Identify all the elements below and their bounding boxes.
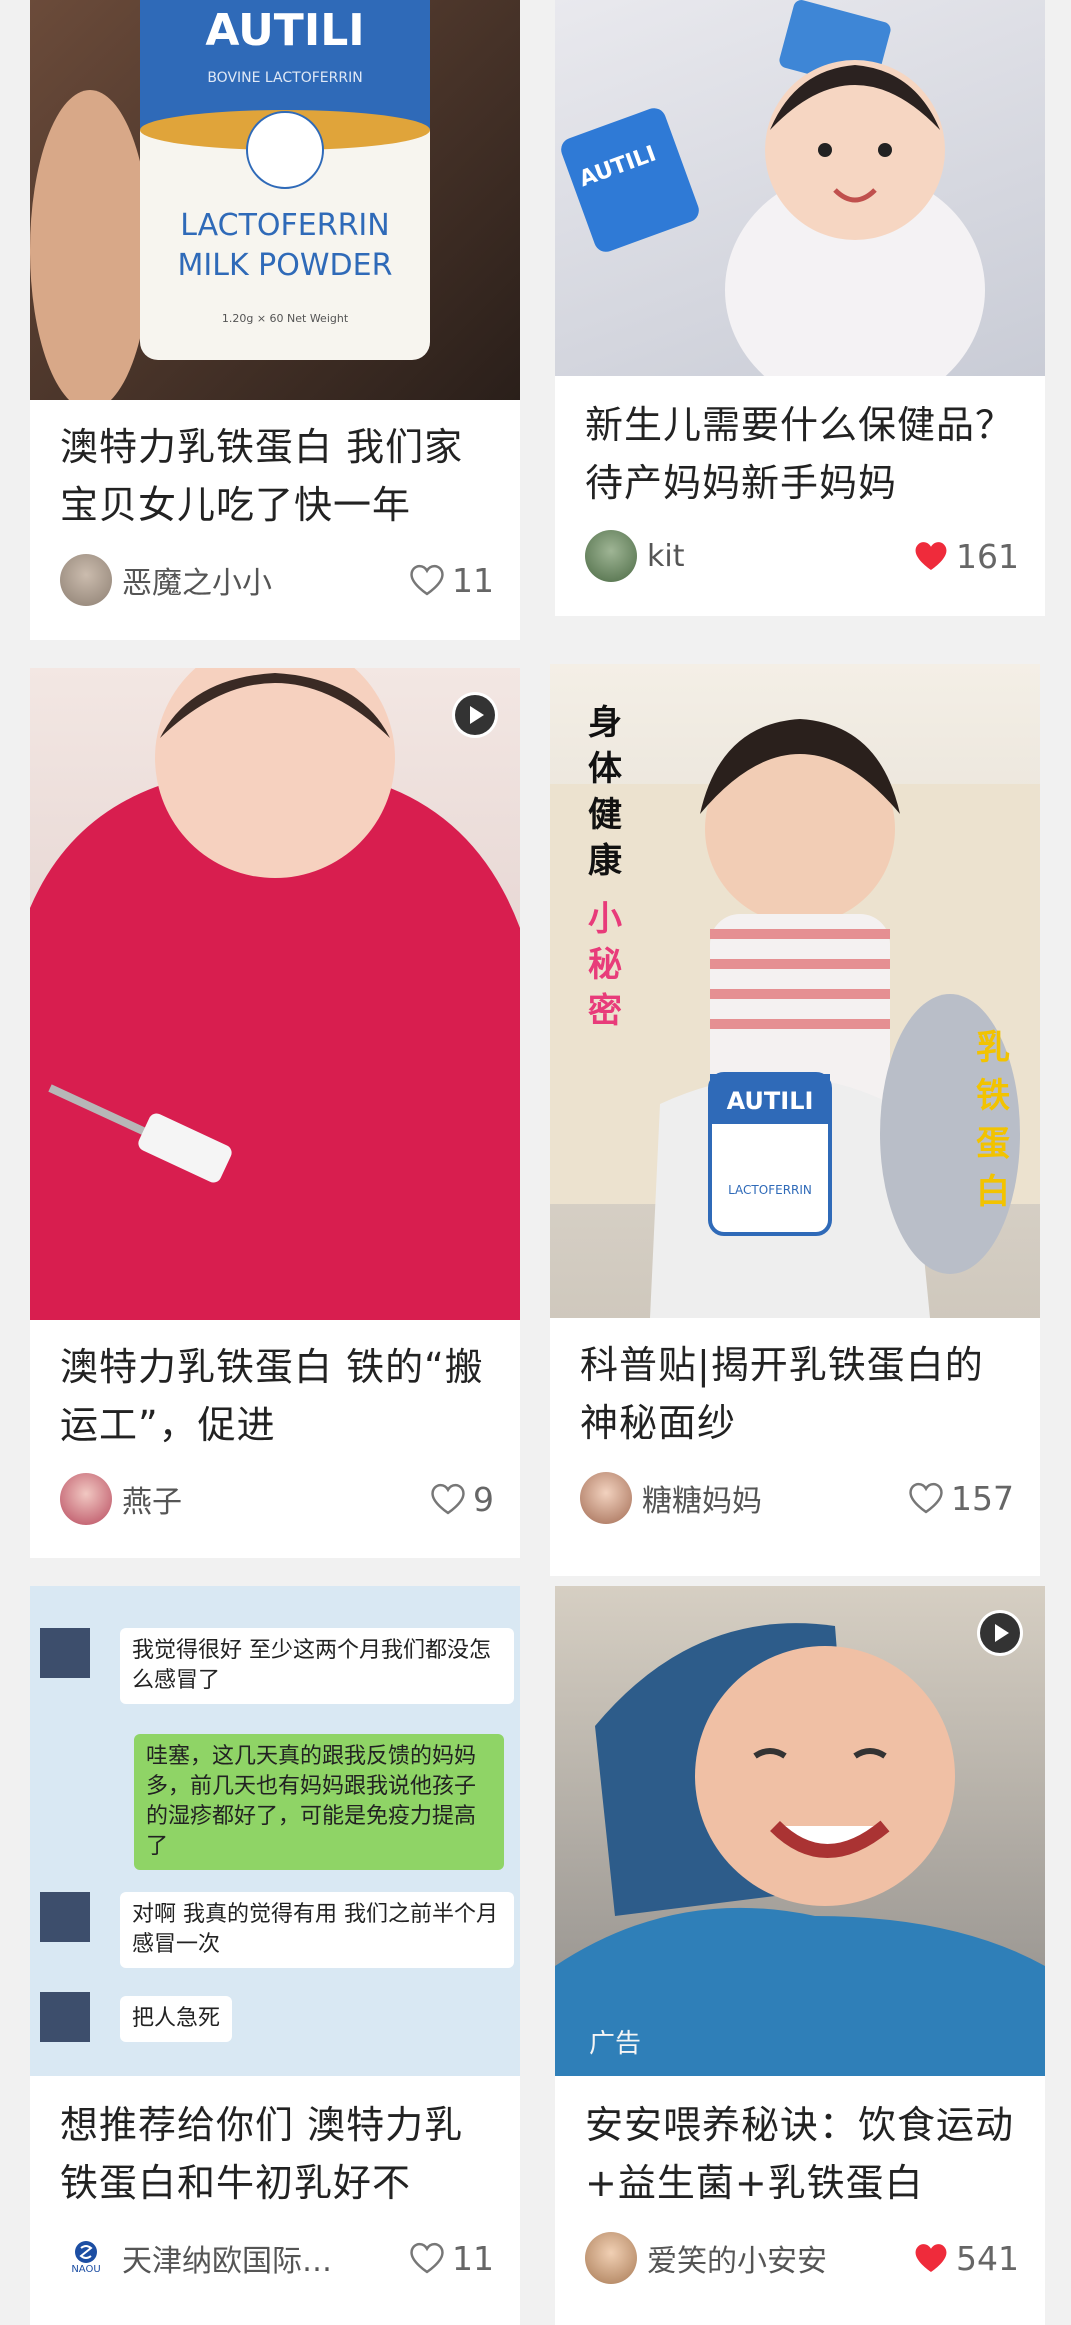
video-play-icon [452,692,498,738]
feed-card[interactable]: AUTILI BOVINE LACTOFERRIN LACTOFERRIN MI… [30,0,520,640]
heart-outline-icon [909,1482,943,1514]
card-title: 想推荐给你们 澳特力乳铁蛋白和牛初乳好不 [60,2103,464,2205]
like-button[interactable]: 541 [912,2239,1019,2278]
chat-avatar [40,1892,90,1942]
chat-bubble: 对啊 我真的觉得有用 我们之前半个月感冒一次 [120,1892,514,1968]
heart-filled-icon [915,2244,947,2272]
card-title: 科普贴|揭开乳铁蛋白的神秘面纱 [580,1343,984,1445]
like-count: 161 [956,536,1019,576]
brand-text: AUTILI [727,1087,814,1115]
naou-logo-icon [75,2241,97,2263]
avatar[interactable] [60,1473,112,1525]
card-title: 澳特力乳铁蛋白 我们家宝贝女儿吃了快一年 [60,425,464,527]
heart-outline-icon [410,2242,444,2274]
author-name[interactable]: kit [647,539,912,574]
overlay-text-right: 乳铁蛋白 [976,1028,1010,1212]
overlay-text-left: 身体健康 [588,703,622,881]
heart-filled-icon [915,542,947,570]
chat-avatar [40,1628,90,1678]
feed-card[interactable]: 澳特力乳铁蛋白 铁的“搬运工”，促进 燕子 9 [30,668,520,1558]
card-cover-image[interactable]: AUTILI LACTOFERRIN 身体健康 小秘密 乳铁蛋白 [550,664,1040,1318]
feed-card[interactable]: 广告 安安喂养秘诀：饮食运动+益生菌+乳铁蛋白 爱笑的小安安 541 [555,1586,1045,2325]
like-count: 157 [951,1478,1014,1518]
like-button[interactable]: 11 [408,561,494,600]
author-name[interactable]: 爱笑的小安安 [647,2236,912,2280]
card-cover-image[interactable]: 我觉得很好 至少这两个月我们都没怎么感冒了 哇塞，这几天真的跟我反馈的妈妈多，前… [30,1586,520,2076]
can-fine-print: 1.20g × 60 Net Weight [222,312,349,325]
heart-outline-icon [410,564,444,596]
like-button[interactable]: 11 [408,2239,494,2278]
card-cover-video[interactable] [30,668,520,1320]
avatar[interactable]: NAOU [60,2232,112,2284]
like-button[interactable]: 161 [912,537,1019,576]
author-name[interactable]: 恶魔之小小 [122,558,408,602]
feed-card[interactable]: AUTILI LACTOFERRIN 身体健康 小秘密 乳铁蛋白 科普贴|揭开乳… [550,664,1040,1576]
chat-bubble: 把人急死 [120,1996,233,2042]
avatar[interactable] [60,554,112,606]
avatar[interactable] [580,1472,632,1524]
chat-bubble: 哇塞，这几天真的跟我反馈的妈妈多，前几天也有妈妈跟我说他孩子的湿疹都好了，可能是… [134,1734,504,1870]
brand-text: AUTILI [205,5,364,56]
card-cover-video[interactable]: 广告 [555,1586,1045,2076]
heart-outline-icon [431,1483,465,1515]
naou-logo-text: NAOU [71,2264,101,2275]
like-count: 11 [452,560,494,600]
feed-card[interactable]: 我觉得很好 至少这两个月我们都没怎么感冒了 哇塞，这几天真的跟我反馈的妈妈多，前… [30,1586,520,2325]
can-text: LACTOFERRIN [728,1183,812,1197]
card-title: 安安喂养秘诀：饮食运动+益生菌+乳铁蛋白 [585,2103,1015,2205]
ad-label: 广告 [589,2029,642,2059]
like-count: 541 [956,2238,1019,2278]
brand-sub-text: BOVINE LACTOFERRIN [207,70,362,86]
like-button[interactable]: 9 [429,1480,494,1519]
card-cover-image[interactable]: AUTILI BOVINE LACTOFERRIN LACTOFERRIN MI… [30,0,520,400]
author-name[interactable]: 天津纳欧国际… [122,2236,408,2280]
chat-bubble: 我觉得很好 至少这两个月我们都没怎么感冒了 [120,1628,514,1704]
chat-avatar [40,1992,90,2042]
card-title: 澳特力乳铁蛋白 铁的“搬运工”，促进 [60,1345,484,1447]
like-count: 11 [452,2238,494,2278]
avatar[interactable] [585,530,637,582]
author-name[interactable]: 燕子 [122,1477,429,1521]
card-cover-image[interactable]: AUTILI [555,0,1045,376]
overlay-text-left-2: 小秘密 [588,899,622,1031]
avatar[interactable] [585,2232,637,2284]
author-name[interactable]: 糖糖妈妈 [642,1476,907,1520]
like-count: 9 [473,1479,494,1519]
can-line1: LACTOFERRIN [180,208,389,243]
can-line2: MILK POWDER [178,248,393,283]
like-button[interactable]: 157 [907,1479,1014,1518]
feed-card[interactable]: AUTILI 新生儿需要什么保健品？待产妈妈新手妈妈 kit 161 [555,0,1045,616]
video-play-icon [977,1610,1023,1656]
card-title: 新生儿需要什么保健品？待产妈妈新手妈妈 [585,403,1015,505]
